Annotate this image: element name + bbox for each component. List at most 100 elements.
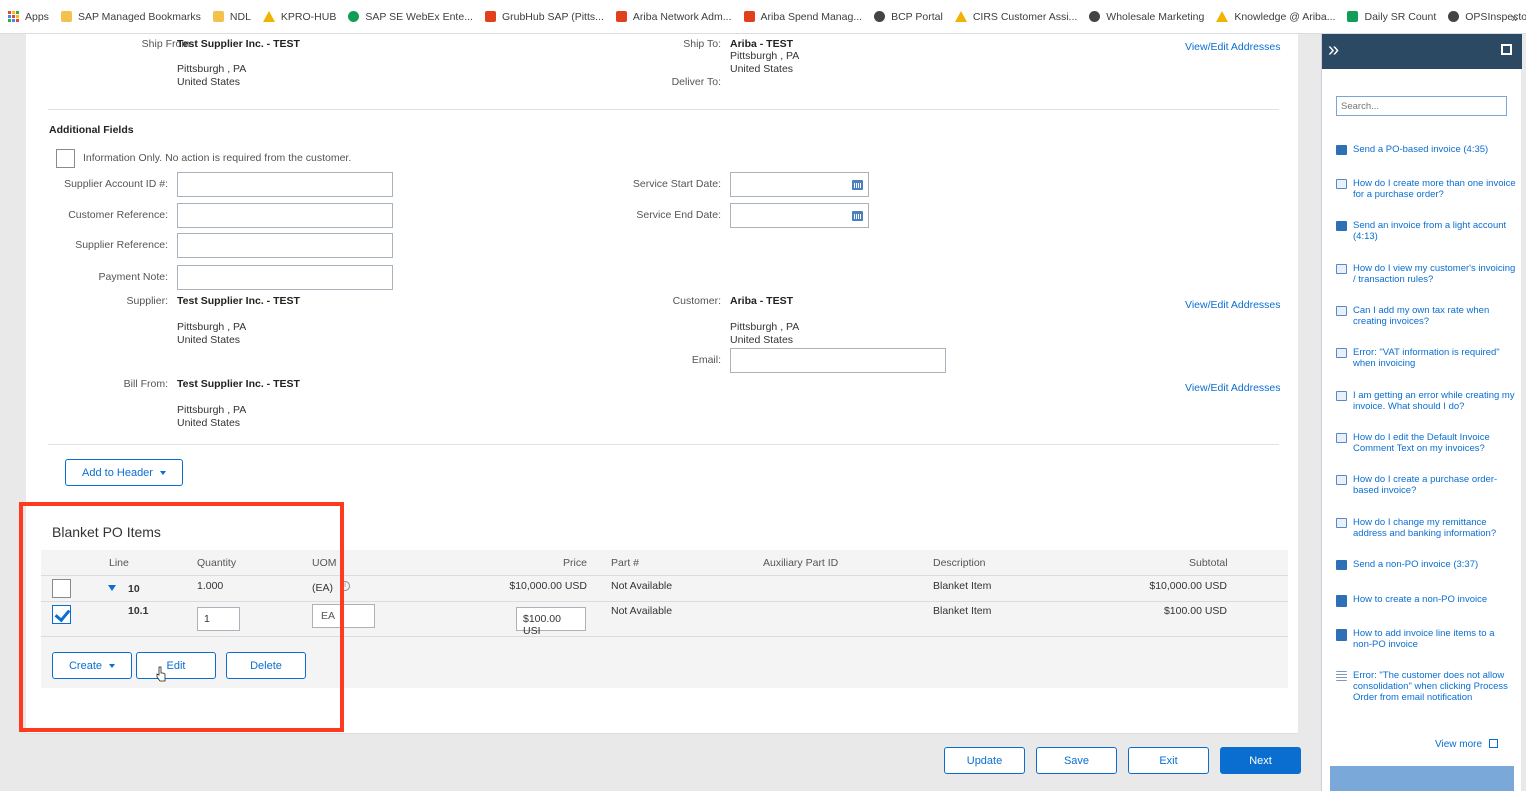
- help-article-link[interactable]: Can I add my own tax rate when creating …: [1336, 305, 1516, 327]
- folder-icon: [212, 11, 224, 22]
- help-article-link[interactable]: How do I create a purchase order-based i…: [1336, 474, 1516, 496]
- customer-label: Customer:: [672, 295, 721, 307]
- information-only-checkbox[interactable]: [56, 149, 75, 168]
- ship-to-city: Pittsburgh , PA: [730, 50, 800, 62]
- bookmark-item[interactable]: GrubHub SAP (Pitts...: [484, 11, 604, 23]
- add-to-header-button[interactable]: Add to Header: [65, 459, 183, 486]
- bookmark-label: BCP Portal: [891, 10, 943, 23]
- list-icon: [1336, 671, 1347, 681]
- bookmark-label: NDL: [229, 10, 251, 23]
- row-subtotal: $10,000.00 USD: [1149, 580, 1227, 592]
- row-description: Blanket Item: [933, 605, 992, 617]
- bookmark-item[interactable]: Wholesale Marketing: [1089, 11, 1204, 23]
- ship-from-country: United States: [177, 76, 241, 88]
- help-article-link[interactable]: Send an invoice from a light account (4:…: [1336, 220, 1516, 242]
- customer-country: United States: [730, 334, 794, 346]
- bookmark-label: KPRO-HUB: [280, 10, 337, 23]
- bookmark-label: SAP SE WebEx Ente...: [365, 10, 473, 23]
- help-article-link[interactable]: How do I edit the Default Invoice Commen…: [1336, 432, 1516, 454]
- col-price: Price: [563, 557, 587, 569]
- row-price-input[interactable]: $100.00 USI: [516, 607, 586, 637]
- sidebar-search-input[interactable]: [1336, 96, 1507, 116]
- help-article-link[interactable]: Send a PO-based invoice (4:35): [1336, 144, 1516, 155]
- col-part: Part #: [611, 557, 640, 569]
- help-article-title: Send a non-PO invoice (3:37): [1353, 559, 1479, 570]
- ariba-icon: [615, 11, 627, 22]
- video-icon: [1336, 560, 1347, 570]
- customer-reference-input[interactable]: [177, 203, 393, 228]
- bookmark-item[interactable]: Ariba Network Adm...: [615, 11, 732, 23]
- external-link-icon[interactable]: [1489, 739, 1498, 748]
- row-description: Blanket Item: [933, 580, 992, 592]
- help-article-link[interactable]: How to add invoice line items to a non-P…: [1336, 628, 1516, 650]
- double-chevron-right-icon[interactable]: »: [1328, 40, 1339, 60]
- bookmark-item[interactable]: BCP Portal: [874, 11, 943, 23]
- col-description: Description: [933, 557, 986, 569]
- external-link-icon[interactable]: [1501, 44, 1512, 55]
- help-article-link[interactable]: Send a non-PO invoice (3:37): [1336, 559, 1516, 570]
- customer-view-edit-addresses-link[interactable]: View/Edit Addresses: [1185, 299, 1281, 311]
- next-button[interactable]: Next: [1220, 747, 1301, 774]
- bookmark-item[interactable]: SAP SE WebEx Ente...: [348, 11, 473, 23]
- faq-icon: [1336, 306, 1347, 316]
- help-article-link[interactable]: How do I view my customer's invoicing / …: [1336, 263, 1516, 285]
- supplier-name: Test Supplier Inc. - TEST: [177, 295, 300, 307]
- sheets-icon: [1347, 11, 1359, 22]
- help-article-title: Send a PO-based invoice (4:35): [1353, 144, 1489, 155]
- customer-name: Ariba - TEST: [730, 295, 794, 307]
- supplier-reference-input[interactable]: [177, 233, 393, 258]
- update-button[interactable]: Update: [944, 747, 1025, 774]
- faq-icon: [1336, 475, 1347, 485]
- view-more-link[interactable]: View more: [1435, 739, 1482, 750]
- bookmark-item[interactable]: Ariba Spend Manag...: [743, 10, 863, 23]
- supplier-reference-label: Supplier Reference:: [75, 239, 168, 251]
- highlight-annotation-box: [19, 502, 344, 732]
- help-article-link[interactable]: How to create a non-PO invoice: [1336, 594, 1516, 607]
- bookmark-label: Ariba Spend Manag...: [760, 10, 863, 23]
- col-auxiliary-part-id: Auxiliary Part ID: [763, 557, 839, 569]
- ariba-icon: [743, 11, 755, 22]
- bill-from-country: United States: [177, 417, 241, 429]
- help-article-link[interactable]: How do I change my remittance address an…: [1336, 517, 1516, 539]
- row-subtotal: $100.00 USD: [1163, 605, 1227, 617]
- help-article-link[interactable]: How do I create more than one invoice fo…: [1336, 178, 1516, 200]
- globe-icon: [874, 11, 886, 22]
- faq-icon: [1336, 179, 1347, 189]
- service-end-date-input[interactable]: [730, 203, 869, 228]
- help-article-link[interactable]: Error: "The customer does not allow cons…: [1336, 670, 1516, 703]
- document-icon: [1336, 595, 1347, 607]
- ship-to-label: Ship To:: [683, 38, 721, 50]
- supplier-account-id-input[interactable]: [177, 172, 393, 197]
- calendar-icon[interactable]: [852, 211, 863, 221]
- bookmark-item[interactable]: KPRO-HUB: [262, 10, 337, 23]
- email-input[interactable]: [730, 348, 946, 373]
- ship-view-edit-addresses-link[interactable]: View/Edit Addresses: [1185, 41, 1281, 53]
- bookmark-label: CIRS Customer Assi...: [972, 10, 1078, 23]
- bookmarks-bar: Apps SAP Managed Bookmarks NDL KPRO-HUB SAP …: [0, 0, 1526, 34]
- supplier-label: Supplier:: [126, 295, 168, 307]
- calendar-icon[interactable]: [852, 180, 863, 190]
- help-article-title: Send an invoice from a light account (4:…: [1353, 220, 1507, 242]
- deliver-to-label: Deliver To:: [671, 76, 721, 88]
- bookmarks-overflow-button[interactable]: »: [1511, 11, 1518, 25]
- service-start-date-input[interactable]: [730, 172, 869, 197]
- bookmark-item[interactable]: Knowledge @ Ariba...: [1216, 11, 1335, 23]
- email-label: Email:: [691, 354, 721, 366]
- divider: [48, 109, 1279, 110]
- save-button[interactable]: Save: [1036, 747, 1117, 774]
- help-article-link[interactable]: I am getting an error while creating my …: [1336, 390, 1516, 412]
- exit-button[interactable]: Exit: [1128, 747, 1209, 774]
- bookmark-item[interactable]: Daily SR Count: [1347, 11, 1436, 23]
- bookmark-item[interactable]: Apps: [8, 11, 49, 23]
- payment-note-input[interactable]: [177, 265, 393, 290]
- bill-from-view-edit-addresses-link[interactable]: View/Edit Addresses: [1185, 382, 1281, 394]
- bill-from-name: Test Supplier Inc. - TEST: [177, 378, 300, 390]
- bookmark-item[interactable]: NDL: [212, 10, 251, 23]
- bookmark-item[interactable]: CIRS Customer Assi...: [954, 10, 1078, 23]
- ship-from-city: Pittsburgh , PA: [177, 63, 247, 75]
- help-article-title: I am getting an error while creating my …: [1353, 390, 1515, 412]
- help-article-link[interactable]: Error: "VAT information is required" whe…: [1336, 347, 1516, 369]
- additional-fields-title: Additional Fields: [49, 124, 134, 136]
- bookmark-item[interactable]: SAP Managed Bookmarks: [60, 11, 201, 23]
- video-icon: [1336, 145, 1347, 155]
